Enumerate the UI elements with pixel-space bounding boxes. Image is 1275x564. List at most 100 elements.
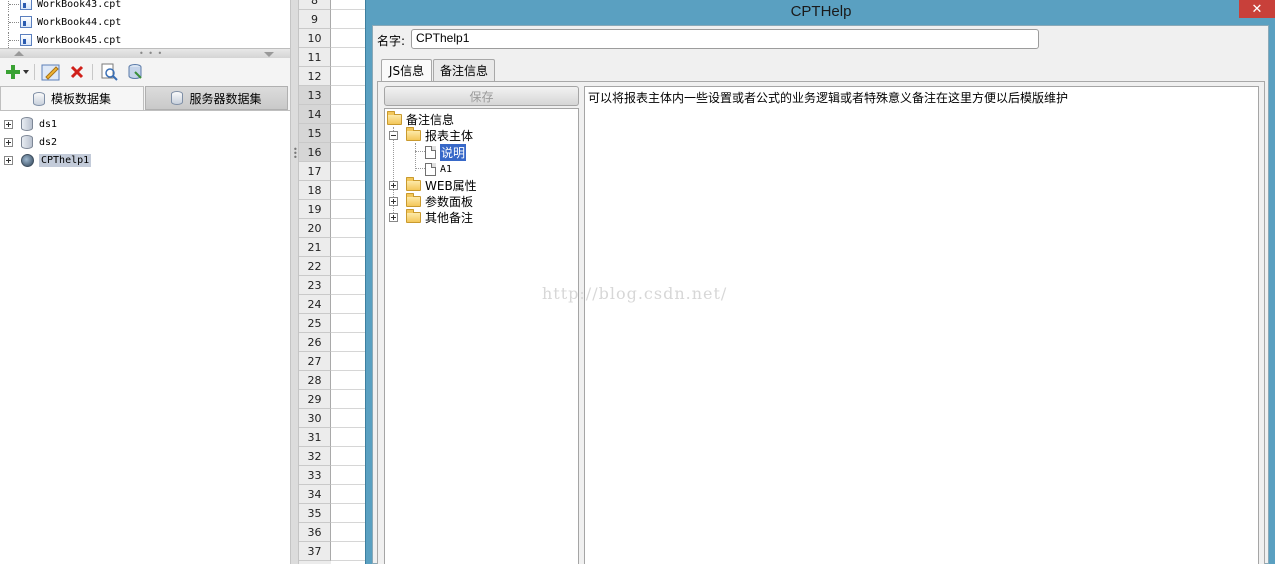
sheet-cell[interactable] [331, 48, 365, 67]
tree-node-param-panel[interactable]: 参数面板 [389, 192, 473, 209]
row-header[interactable]: 11 [299, 48, 331, 67]
row-header[interactable]: 32 [299, 447, 331, 466]
row-header[interactable]: 24 [299, 295, 331, 314]
preview-dataset-button[interactable] [99, 62, 119, 82]
sheet-cell[interactable] [331, 295, 365, 314]
row-header[interactable]: 35 [299, 504, 331, 523]
sheet-cell[interactable] [331, 485, 365, 504]
row-header[interactable]: 34 [299, 485, 331, 504]
row-header[interactable]: 18 [299, 181, 331, 200]
sheet-cell[interactable] [331, 447, 365, 466]
row-header[interactable]: 19 [299, 200, 331, 219]
dataset-item-ds1[interactable]: ds1 [4, 115, 57, 133]
row-header[interactable]: 37 [299, 542, 331, 561]
tree-node-a1[interactable]: A1 [425, 161, 452, 177]
row-header[interactable]: 17 [299, 162, 331, 181]
collapse-icon[interactable] [389, 130, 398, 140]
horizontal-splitter[interactable]: • • • [0, 48, 290, 58]
row-header[interactable]: 9 [299, 10, 331, 29]
sheet-cell[interactable] [331, 523, 365, 542]
collapse-down-icon[interactable] [264, 52, 274, 57]
row-header[interactable]: 12 [299, 67, 331, 86]
row-header[interactable]: 36 [299, 523, 331, 542]
sheet-cell[interactable] [331, 333, 365, 352]
expand-icon[interactable] [4, 137, 13, 147]
sheet-cell[interactable] [331, 504, 365, 523]
row-header[interactable]: 16 [299, 143, 331, 162]
sheet-cell[interactable] [331, 124, 365, 143]
dataset-item-ds2[interactable]: ds2 [4, 133, 57, 151]
row-header[interactable]: 13 [299, 86, 331, 105]
row-header[interactable]: 14 [299, 105, 331, 124]
tree-node-web-attr[interactable]: WEB属性 [389, 176, 477, 193]
row-header[interactable]: 20 [299, 219, 331, 238]
expand-icon[interactable] [4, 119, 13, 129]
add-dataset-button[interactable] [5, 62, 31, 82]
expand-icon[interactable] [4, 155, 13, 165]
sheet-cell[interactable] [331, 200, 365, 219]
row-header[interactable]: 27 [299, 352, 331, 371]
sheet-cell[interactable] [331, 105, 365, 124]
sheet-cell[interactable] [331, 10, 365, 29]
sheet-cell[interactable] [331, 352, 365, 371]
note-editor[interactable]: 可以将报表主体内一些设置或者公式的业务逻辑或者特殊意义备注在这里方便以后模版维护 [584, 86, 1259, 564]
row-header[interactable]: 28 [299, 371, 331, 390]
sheet-cell[interactable] [331, 257, 365, 276]
sheet-cell[interactable] [331, 371, 365, 390]
sheet-cell[interactable] [331, 542, 365, 561]
connection-button[interactable] [125, 62, 145, 82]
row-header[interactable]: 33 [299, 466, 331, 485]
sheet-cell[interactable] [331, 143, 365, 162]
sheet-cell[interactable] [331, 466, 365, 485]
sheet-cell[interactable] [331, 181, 365, 200]
dataset-item-cpthelp1[interactable]: CPThelp1 [4, 151, 92, 169]
sheet-cell[interactable] [331, 276, 365, 295]
sheet-cell[interactable] [331, 428, 365, 447]
tab-js-info[interactable]: JS信息 [381, 59, 432, 81]
row-header[interactable]: 26 [299, 333, 331, 352]
sheet-cell[interactable] [331, 67, 365, 86]
expand-icon[interactable] [389, 180, 398, 190]
tree-node-other-notes[interactable]: 其他备注 [389, 208, 473, 225]
cell-area[interactable] [331, 0, 365, 564]
tree-node-root[interactable]: 备注信息 [387, 110, 454, 127]
folder-icon [406, 208, 421, 223]
row-header[interactable]: 31 [299, 428, 331, 447]
tree-node-report-body[interactable]: 报表主体 [389, 126, 473, 143]
sheet-cell[interactable] [331, 86, 365, 105]
row-header[interactable]: 8 [299, 0, 331, 10]
collapse-up-icon[interactable] [14, 51, 24, 56]
expand-icon[interactable] [389, 196, 398, 206]
sheet-cell[interactable] [331, 219, 365, 238]
sheet-cell[interactable] [331, 162, 365, 181]
row-header[interactable]: 15 [299, 124, 331, 143]
close-button[interactable]: ✕ [1239, 0, 1275, 18]
file-item[interactable]: WorkBook43.cpt [8, 0, 121, 12]
edit-dataset-button[interactable] [41, 62, 61, 82]
delete-dataset-button[interactable] [67, 62, 87, 82]
tab-server-datasets[interactable]: 服务器数据集 [145, 86, 288, 110]
tree-node-desc[interactable]: 说明 [425, 143, 467, 161]
file-item[interactable]: WorkBook44.cpt [8, 14, 121, 30]
row-header[interactable]: 10 [299, 29, 331, 48]
expand-icon[interactable] [389, 212, 398, 222]
file-item[interactable]: WorkBook45.cpt [8, 32, 121, 48]
sheet-cell[interactable] [331, 29, 365, 48]
row-header[interactable]: 22 [299, 257, 331, 276]
save-button[interactable]: 保存 [384, 86, 579, 106]
sheet-cell[interactable] [331, 314, 365, 333]
sheet-cell[interactable] [331, 390, 365, 409]
tab-note-info[interactable]: 备注信息 [433, 59, 495, 81]
row-header[interactable]: 29 [299, 390, 331, 409]
tab-template-datasets[interactable]: 模板数据集 [0, 86, 144, 110]
note-tree: 备注信息 报表主体 说明 A1 WEB属性 参数面板 其他备注 [384, 108, 579, 564]
row-header[interactable]: 23 [299, 276, 331, 295]
sheet-cell[interactable] [331, 409, 365, 428]
sheet-cell[interactable] [331, 238, 365, 257]
vertical-splitter[interactable]: • • • [290, 0, 299, 564]
row-header[interactable]: 25 [299, 314, 331, 333]
row-header[interactable]: 21 [299, 238, 331, 257]
sheet-cell[interactable] [331, 0, 365, 10]
name-input[interactable]: CPThelp1 [411, 29, 1039, 49]
row-header[interactable]: 30 [299, 409, 331, 428]
